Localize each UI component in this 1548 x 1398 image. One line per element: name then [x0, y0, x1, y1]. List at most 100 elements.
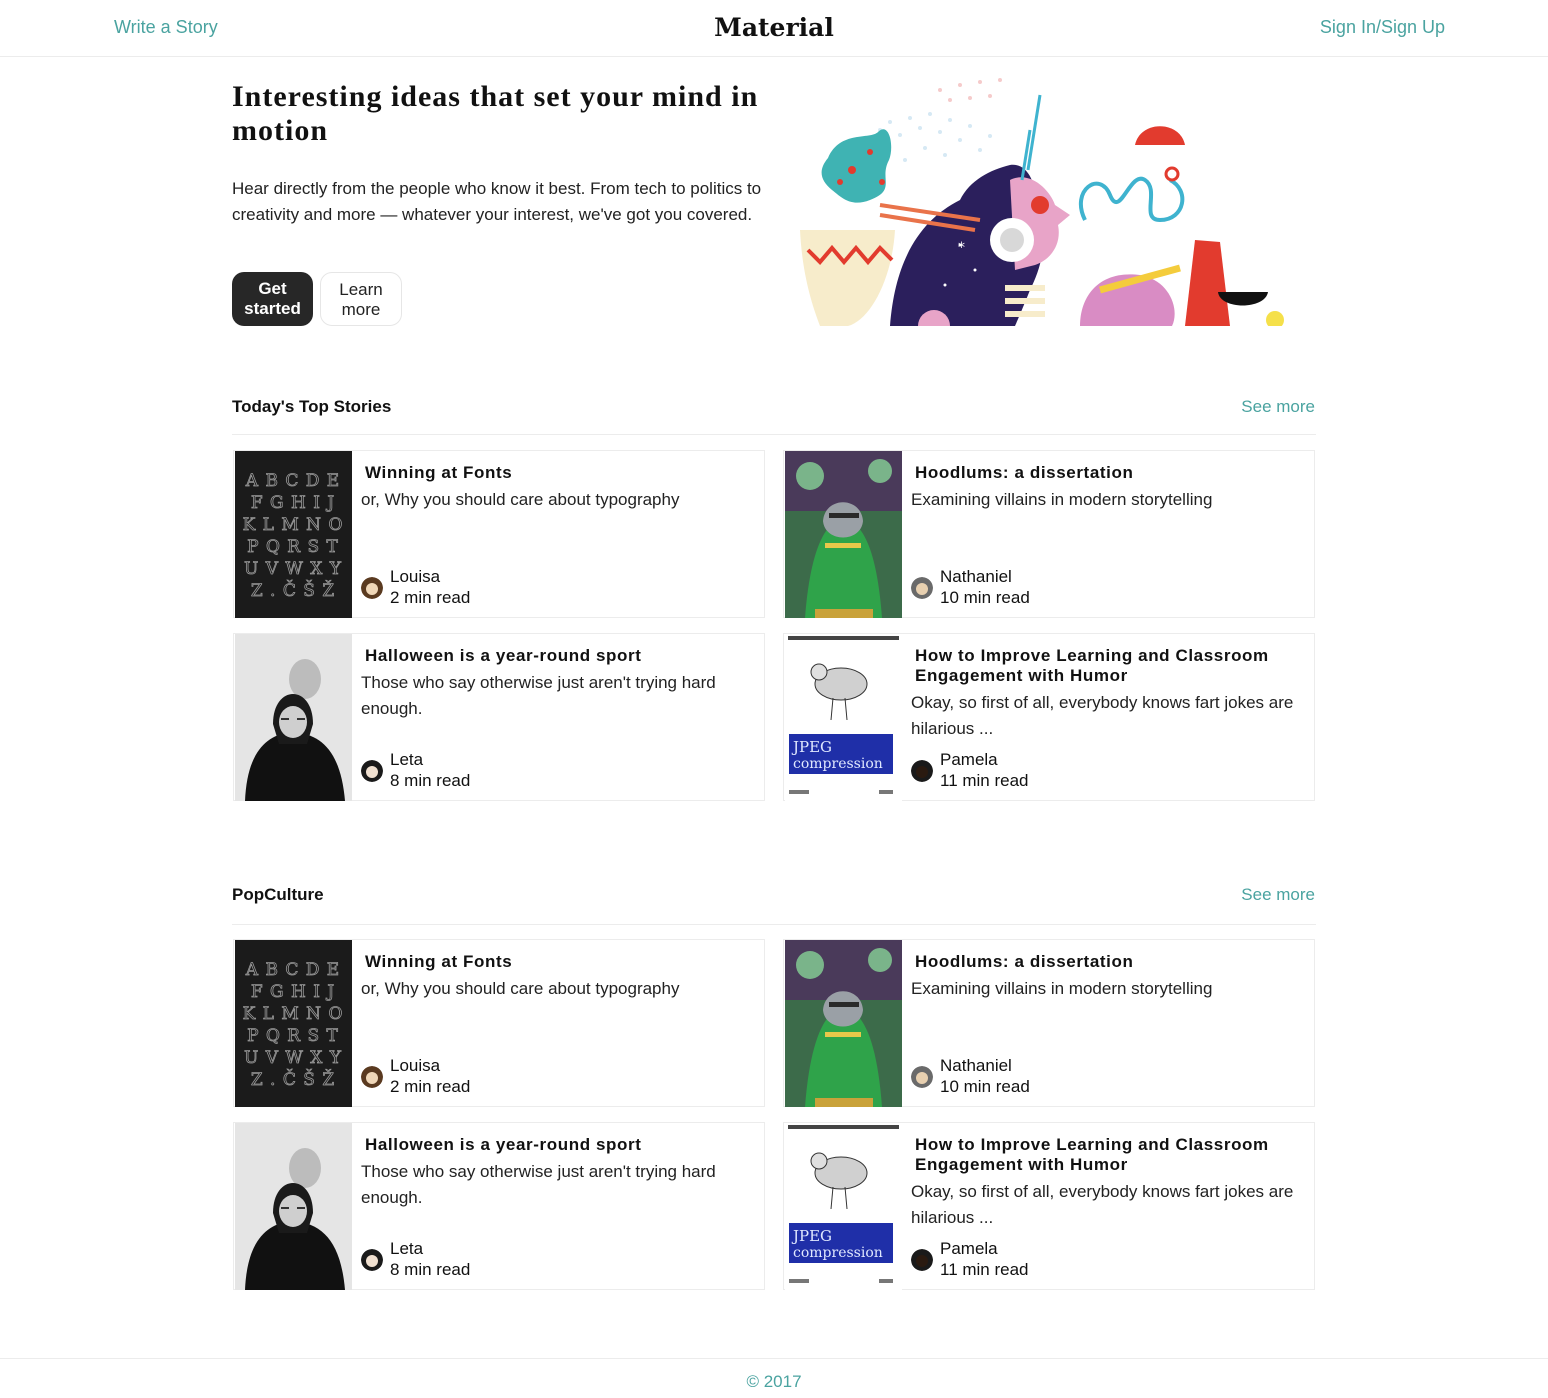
copyright-text: © 2017 — [746, 1372, 802, 1391]
author-name[interactable]: Pamela — [940, 1239, 998, 1259]
read-time: 2 min read — [390, 1077, 471, 1096]
write-story-link[interactable]: Write a Story — [114, 17, 218, 38]
alphabet-row: Z . Č Š Ž — [251, 1069, 335, 1090]
alphabet-row: A B C D E — [245, 960, 340, 980]
old-portrait-thumbnail — [235, 1123, 352, 1290]
footer: © 2017 — [0, 1358, 1548, 1398]
jpeg-cover-title: JPEG — [791, 1227, 832, 1245]
author-avatar[interactable] — [361, 1249, 383, 1271]
section-divider — [232, 924, 1316, 925]
jpeg-cover-subtitle: compression — [793, 756, 883, 772]
jpeg-book-thumbnail: JPEGcompression — [785, 634, 902, 801]
author-avatar[interactable] — [361, 760, 383, 782]
story-card[interactable]: Halloween is a year-round sport Those who… — [233, 1122, 765, 1290]
see-more-top-stories-link[interactable]: See more — [1241, 397, 1315, 417]
alphabet-row: F G H I J — [251, 493, 335, 513]
learn-more-label-line2: more — [341, 300, 381, 319]
story-card[interactable]: JPEG compression How to Improve Learning a… — [783, 633, 1315, 801]
story-thumbnail[interactable] — [235, 1123, 352, 1290]
story-title[interactable]: Winning at Fonts — [365, 463, 755, 483]
read-time: 11 min read — [940, 771, 1029, 790]
story-card[interactable]: Halloween is a year-round sport Those who… — [233, 633, 765, 801]
author-avatar[interactable] — [361, 1066, 383, 1088]
story-subtitle: Those who say otherwise just aren't tryi… — [361, 1162, 716, 1207]
author-avatar[interactable] — [911, 1249, 933, 1271]
author-avatar[interactable] — [911, 1066, 933, 1088]
story-card[interactable]: Hoodlums: a dissertation Examining villai… — [783, 939, 1315, 1107]
alphabet-row: K L M N O — [243, 515, 344, 535]
story-subtitle: or, Why you should care about typography — [361, 490, 680, 509]
author-name[interactable]: Nathaniel — [940, 567, 1012, 587]
jpeg-cover-subtitle: compression — [793, 1245, 883, 1261]
story-title[interactable]: How to Improve Learning and Classroom En… — [915, 646, 1305, 686]
story-title[interactable]: Halloween is a year-round sport — [365, 646, 755, 666]
story-card[interactable]: JPEG compression How to Improve Learning a… — [783, 1122, 1315, 1290]
story-subtitle: Examining villains in modern storytellin… — [911, 979, 1213, 998]
signin-link[interactable]: Sign In/Sign Up — [1320, 17, 1445, 38]
story-thumbnail[interactable]: A B C D EF G H I JK L M N OP Q R S TU V … — [235, 940, 352, 1107]
get-started-label-line1: Get — [258, 279, 287, 298]
alphabet-row: U V W X Y — [244, 559, 342, 579]
author-name[interactable]: Pamela — [940, 750, 998, 770]
read-time: 10 min read — [940, 1077, 1030, 1096]
story-title[interactable]: How to Improve Learning and Classroom En… — [915, 1135, 1305, 1175]
section-title-popculture: PopCulture — [232, 885, 324, 904]
story-title[interactable]: Winning at Fonts — [365, 952, 755, 972]
author-name[interactable]: Nathaniel — [940, 1056, 1012, 1076]
hero-description: Hear directly from the people who know i… — [232, 179, 762, 224]
story-thumbnail[interactable] — [785, 451, 902, 618]
alphabet-row: P Q R S T — [247, 537, 339, 557]
story-title[interactable]: Halloween is a year-round sport — [365, 1135, 755, 1155]
story-card[interactable]: A B C D EF G H I JK L M N OP Q R S TU V … — [233, 450, 765, 618]
alphabet-row: A B C D E — [245, 471, 340, 491]
story-card[interactable]: A B C D EF G H I JK L M N OP Q R S TU V … — [233, 939, 765, 1107]
author-avatar[interactable] — [361, 577, 383, 599]
author-name[interactable]: Louisa — [390, 1056, 440, 1076]
story-thumbnail[interactable] — [235, 634, 352, 801]
alphabet-row: U V W X Y — [244, 1048, 342, 1068]
author-name[interactable]: Leta — [390, 750, 423, 770]
author-avatar[interactable] — [911, 760, 933, 782]
story-thumbnail[interactable]: JPEG compression — [785, 634, 902, 801]
author-avatar[interactable] — [911, 577, 933, 599]
alphabet-thumbnail: A B C D EF G H I JK L M N OP Q R S TU V … — [235, 940, 352, 1107]
jpeg-book-thumbnail: JPEGcompression — [785, 1123, 902, 1290]
story-subtitle: Okay, so first of all, everybody knows f… — [911, 693, 1294, 738]
alphabet-row: K L M N O — [243, 1004, 344, 1024]
story-card[interactable]: Hoodlums: a dissertation Examining villai… — [783, 450, 1315, 618]
jpeg-cover-title: JPEG — [791, 738, 832, 756]
read-time: 8 min read — [390, 1260, 471, 1279]
story-subtitle: Okay, so first of all, everybody knows f… — [911, 1182, 1294, 1227]
story-thumbnail[interactable] — [785, 940, 902, 1107]
comic-villain-thumbnail — [785, 940, 902, 1107]
alphabet-row: F G H I J — [251, 982, 335, 1002]
brand-logo[interactable]: Material — [0, 13, 1548, 42]
read-time: 11 min read — [940, 1260, 1029, 1279]
get-started-button[interactable]: Get started — [232, 272, 313, 326]
story-subtitle: Those who say otherwise just aren't tryi… — [361, 673, 716, 718]
learn-more-button[interactable]: Learn more — [320, 272, 402, 326]
read-time: 8 min read — [390, 771, 471, 790]
hero-illustration: * — [800, 70, 1290, 326]
section-divider — [232, 434, 1316, 435]
old-portrait-thumbnail — [235, 634, 352, 801]
see-more-popculture-link[interactable]: See more — [1241, 885, 1315, 905]
author-name[interactable]: Louisa — [390, 567, 440, 587]
story-thumbnail[interactable]: A B C D EF G H I JK L M N OP Q R S TU V … — [235, 451, 352, 618]
story-thumbnail[interactable]: JPEG compression — [785, 1123, 902, 1290]
section-title-top-stories: Today's Top Stories — [232, 397, 392, 416]
get-started-label-line2: started — [244, 299, 301, 318]
story-subtitle: Examining villains in modern storytellin… — [911, 490, 1213, 509]
story-title[interactable]: Hoodlums: a dissertation — [915, 463, 1305, 483]
alphabet-thumbnail: A B C D EF G H I JK L M N OP Q R S TU V … — [235, 451, 352, 618]
read-time: 2 min read — [390, 588, 471, 607]
author-name[interactable]: Leta — [390, 1239, 423, 1259]
story-subtitle: or, Why you should care about typography — [361, 979, 680, 998]
story-title[interactable]: Hoodlums: a dissertation — [915, 952, 1305, 972]
read-time: 10 min read — [940, 588, 1030, 607]
svg-text:*: * — [958, 240, 965, 256]
comic-villain-thumbnail — [785, 451, 902, 618]
alphabet-row: P Q R S T — [247, 1026, 339, 1046]
top-nav: Write a Story Material Sign In/Sign Up — [0, 0, 1548, 57]
learn-more-label-line1: Learn — [339, 280, 383, 299]
